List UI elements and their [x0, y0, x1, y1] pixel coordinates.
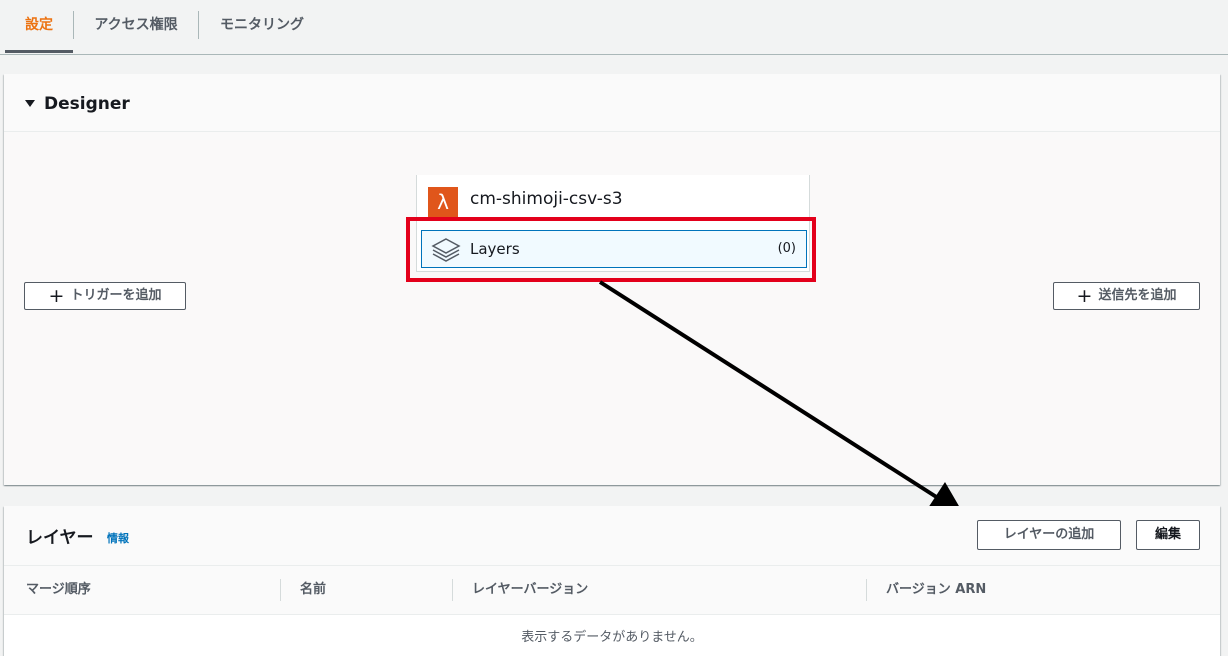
column-divider[interactable] [280, 579, 281, 601]
column-header-version-arn[interactable]: バージョン ARN [886, 566, 986, 614]
tab-monitoring[interactable]: モニタリング [199, 0, 325, 52]
column-divider[interactable] [452, 579, 453, 601]
highlight-box-layers [406, 217, 816, 282]
table-header: マージ順序 名前 レイヤーバージョン バージョン ARN [4, 566, 1220, 615]
tab-settings[interactable]: 設定 [5, 0, 73, 53]
layers-panel: レイヤー 情報 レイヤーの追加 編集 マージ順序 名前 レイヤーバージョン バー… [4, 506, 1220, 656]
tab-bar: 設定 アクセス権限 モニタリング [0, 0, 1228, 55]
function-name: cm-shimoji-csv-s3 [470, 189, 623, 209]
caret-down-icon[interactable] [25, 100, 35, 107]
designer-header[interactable]: Designer [4, 74, 1220, 132]
add-destination-label: 送信先を追加 [1098, 288, 1177, 303]
column-header-layer-version[interactable]: レイヤーバージョン [472, 566, 588, 614]
plus-icon: + [48, 285, 65, 307]
add-destination-button[interactable]: + 送信先を追加 [1053, 282, 1200, 310]
column-divider[interactable] [866, 579, 867, 601]
lambda-icon: λ [428, 187, 458, 217]
edit-button[interactable]: 編集 [1136, 520, 1200, 550]
tab-permissions[interactable]: アクセス権限 [74, 0, 198, 52]
add-trigger-button[interactable]: + トリガーを追加 [24, 282, 186, 310]
add-trigger-label: トリガーを追加 [70, 288, 162, 303]
empty-table-message: 表示するデータがありません。 [521, 630, 703, 645]
column-header-name[interactable]: 名前 [300, 566, 326, 614]
designer-title: Designer [44, 94, 130, 114]
plus-icon: + [1076, 285, 1093, 307]
layers-panel-header: レイヤー 情報 レイヤーの追加 編集 [4, 506, 1220, 566]
layers-panel-title: レイヤー [26, 528, 94, 548]
info-link[interactable]: 情報 [107, 530, 129, 546]
column-header-merge-order[interactable]: マージ順序 [26, 566, 91, 614]
add-layer-button[interactable]: レイヤーの追加 [977, 520, 1121, 550]
